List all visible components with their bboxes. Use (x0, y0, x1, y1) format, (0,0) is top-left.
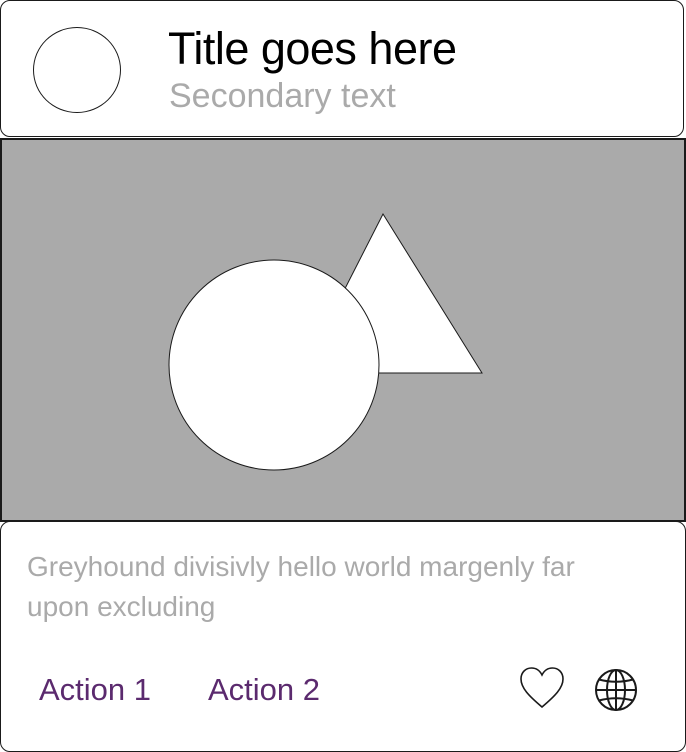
card-subtitle: Secondary text (169, 77, 396, 115)
card-title: Title goes here (168, 23, 457, 74)
action-2-button[interactable]: Action 2 (208, 668, 320, 712)
media-shapes (168, 212, 483, 471)
heart-icon[interactable] (519, 666, 565, 715)
action-1-button[interactable]: Action 1 (39, 668, 151, 712)
media-placeholder (0, 138, 686, 522)
globe-icon[interactable] (593, 667, 639, 718)
avatar (33, 27, 121, 113)
circle-shape (168, 259, 380, 471)
card-description: Greyhound divisivly hello world margenly… (27, 551, 575, 622)
